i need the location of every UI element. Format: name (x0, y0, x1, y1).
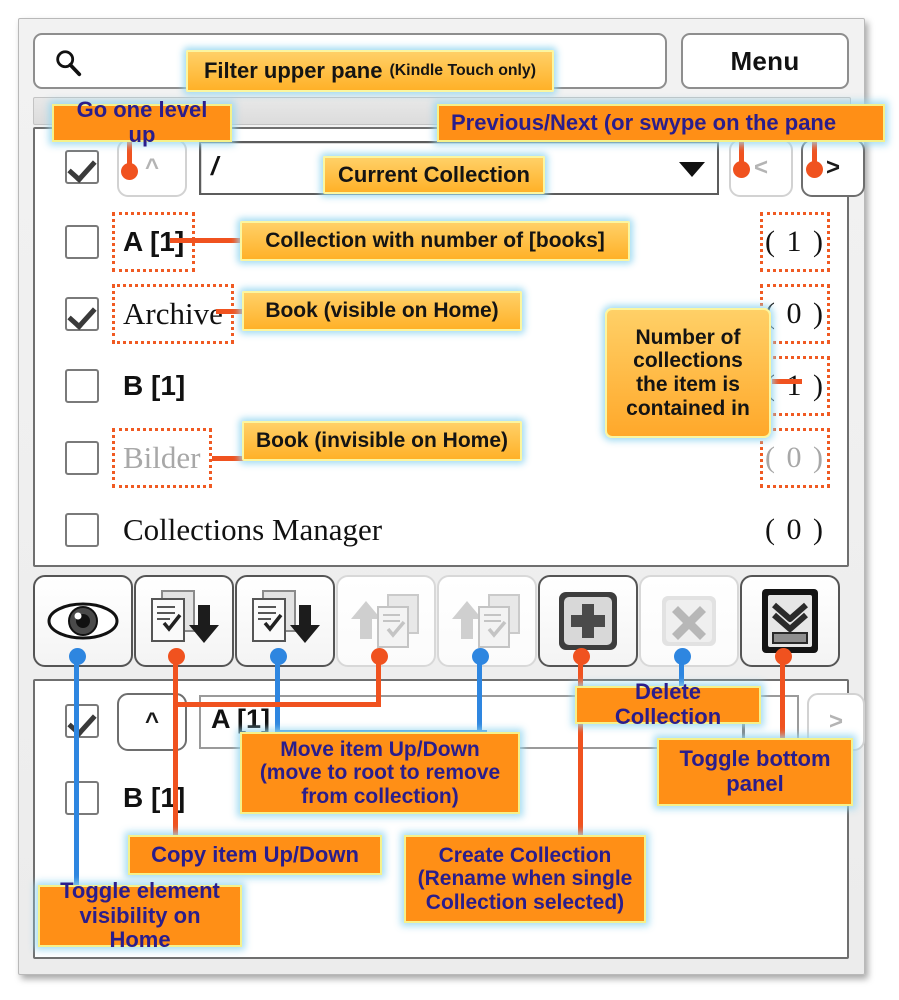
doc-down-arrow-icon (252, 590, 320, 643)
row-checkbox[interactable] (65, 369, 99, 403)
callout-move-item: Move item Up/Down (move to root to remov… (240, 732, 520, 814)
connector-toggle-visibility (74, 656, 79, 894)
row-checkbox[interactable] (65, 441, 99, 475)
connector-dot (69, 648, 86, 665)
callout-filter-upper-pane: Filter upper pane (Kindle Touch only) (186, 50, 554, 92)
callout-book-visible: Book (visible on Home) (242, 291, 522, 331)
connector-dot (168, 648, 185, 665)
row-collection-count: ( 0 ) (765, 513, 825, 546)
callout-toggle-visibility: Toggle element visibility on Home (38, 878, 242, 952)
connector-toggle-panel (780, 656, 785, 740)
row-collection-count: ( 1 ) (760, 212, 830, 272)
connector-dot (806, 161, 823, 178)
toolbar (33, 575, 849, 671)
go-up-label: ^ (144, 154, 159, 181)
connector-dot (674, 648, 691, 665)
callout-current-collection: Current Collection (323, 156, 545, 194)
callout-number-of-collections: Number of collections the item is contai… (605, 308, 771, 438)
row-label: Bilder (112, 428, 212, 488)
connector-num-collections (772, 379, 802, 384)
doc-down-arrow-icon (151, 590, 219, 643)
menu-button[interactable]: Menu (681, 33, 849, 89)
previous-label: < (753, 154, 768, 181)
lower-path-value: A [1] (211, 704, 270, 734)
connector-book-visible (216, 309, 244, 314)
connector-dot (775, 648, 792, 665)
row-collection-count: ( 0 ) (760, 428, 830, 488)
row-checkbox[interactable] (65, 781, 99, 815)
callout-collection-with-books: Collection with number of [books] (240, 221, 630, 261)
callout-go-one-level-up: Go one level up (52, 98, 232, 147)
callout-copy-item: Copy item Up/Down (128, 835, 382, 875)
callout-create-collection: Create Collection (Rename when single Co… (404, 835, 646, 923)
doc-up-arrow-icon (452, 594, 520, 648)
connector-dot (121, 163, 138, 180)
connector-dot (270, 648, 287, 665)
search-icon (56, 50, 82, 77)
table-row[interactable]: Collections Manager ( 0 ) (35, 495, 847, 567)
connector-book-invisible (212, 456, 244, 461)
eye-icon (47, 602, 119, 640)
panel-collapse-icon (762, 589, 818, 653)
plus-icon (559, 592, 617, 650)
menu-label: Menu (730, 45, 800, 76)
connector-copy-up-b (176, 702, 381, 707)
row-collection-count: ( 0 ) (760, 284, 830, 344)
callout-filter-sub: (Kindle Touch only) (389, 62, 537, 80)
row-label: B [1] (123, 782, 186, 813)
connector-dot (733, 161, 750, 178)
chevron-down-icon (679, 162, 705, 177)
lower-next-label: > (828, 708, 843, 735)
row-label: Collections Manager (123, 512, 383, 547)
lower-select-all-checkbox[interactable] (65, 704, 99, 738)
x-icon (662, 596, 716, 646)
row-label: Archive (112, 284, 234, 344)
row-checkbox[interactable] (65, 513, 99, 547)
connector-dot (371, 648, 388, 665)
connector-dot (573, 648, 590, 665)
row-collection-count: ( 1 ) (760, 356, 830, 416)
lower-go-up-label: ^ (144, 708, 159, 735)
callout-filter-main: Filter upper pane (203, 57, 383, 83)
row-checkbox[interactable] (65, 297, 99, 331)
connector-move-up (477, 656, 482, 736)
connector-copy-item (173, 656, 178, 862)
current-path-value: / (211, 151, 219, 181)
connector-dot (472, 648, 489, 665)
next-label: > (825, 154, 840, 181)
callout-toggle-bottom-panel: Toggle bottom panel (657, 738, 853, 806)
callout-previous-next: Previous/Next (or swype on the pane (437, 104, 885, 142)
row-checkbox[interactable] (65, 225, 99, 259)
connector-create-collection (578, 656, 583, 840)
callout-book-invisible: Book (invisible on Home) (242, 421, 522, 461)
upper-select-all-checkbox[interactable] (65, 150, 99, 184)
row-label: B [1] (123, 370, 186, 401)
connector-collection-label (170, 238, 242, 243)
callout-delete-collection: Delete Collection (575, 680, 761, 729)
doc-up-arrow-icon (351, 594, 419, 648)
connector-move-item-a (275, 656, 280, 734)
